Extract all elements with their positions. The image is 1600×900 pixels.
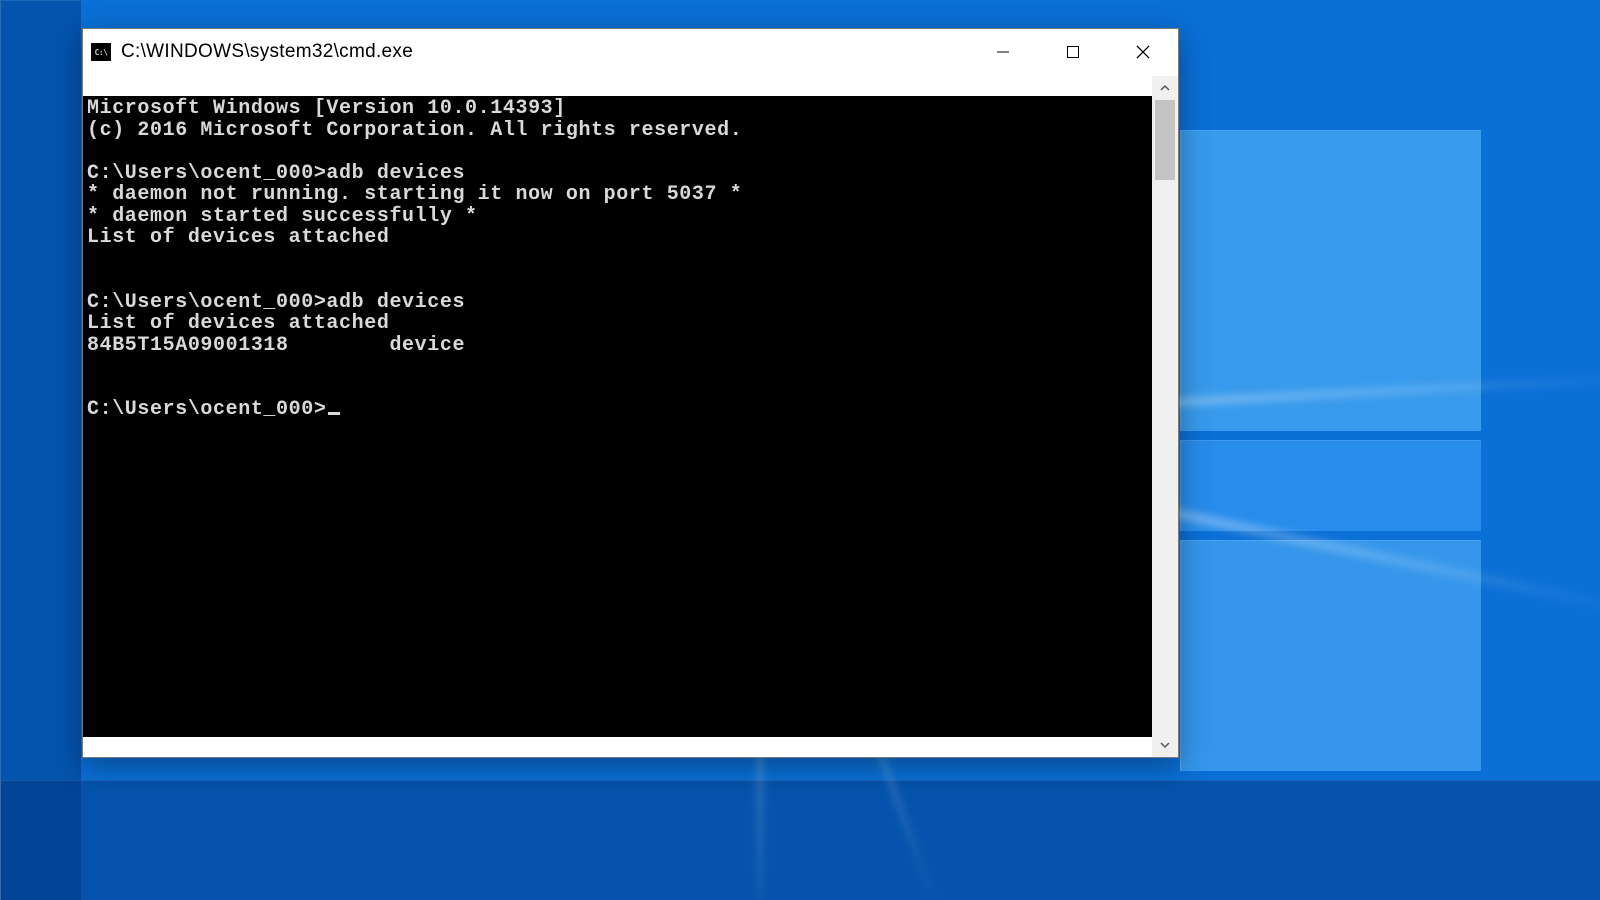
desktop-wallpaper: C:\WINDOWS\system32\cmd.exe Microsoft Wi…: [0, 0, 1600, 900]
titlebar[interactable]: C:\WINDOWS\system32\cmd.exe: [83, 29, 1178, 76]
scroll-down-icon[interactable]: [1152, 733, 1178, 757]
terminal-output[interactable]: Microsoft Windows [Version 10.0.14393] (…: [83, 96, 1152, 737]
scrollbar-thumb[interactable]: [1155, 100, 1175, 180]
minimize-button[interactable]: [968, 29, 1038, 75]
vertical-scrollbar[interactable]: [1152, 76, 1178, 757]
text-cursor: [328, 412, 340, 415]
scrollbar-track[interactable]: [1152, 100, 1178, 733]
close-button[interactable]: [1108, 29, 1178, 75]
scroll-up-icon[interactable]: [1152, 76, 1178, 100]
cmd-window: C:\WINDOWS\system32\cmd.exe Microsoft Wi…: [82, 28, 1179, 758]
maximize-button[interactable]: [1038, 29, 1108, 75]
window-title: C:\WINDOWS\system32\cmd.exe: [121, 41, 413, 63]
cmd-icon: [91, 43, 111, 61]
